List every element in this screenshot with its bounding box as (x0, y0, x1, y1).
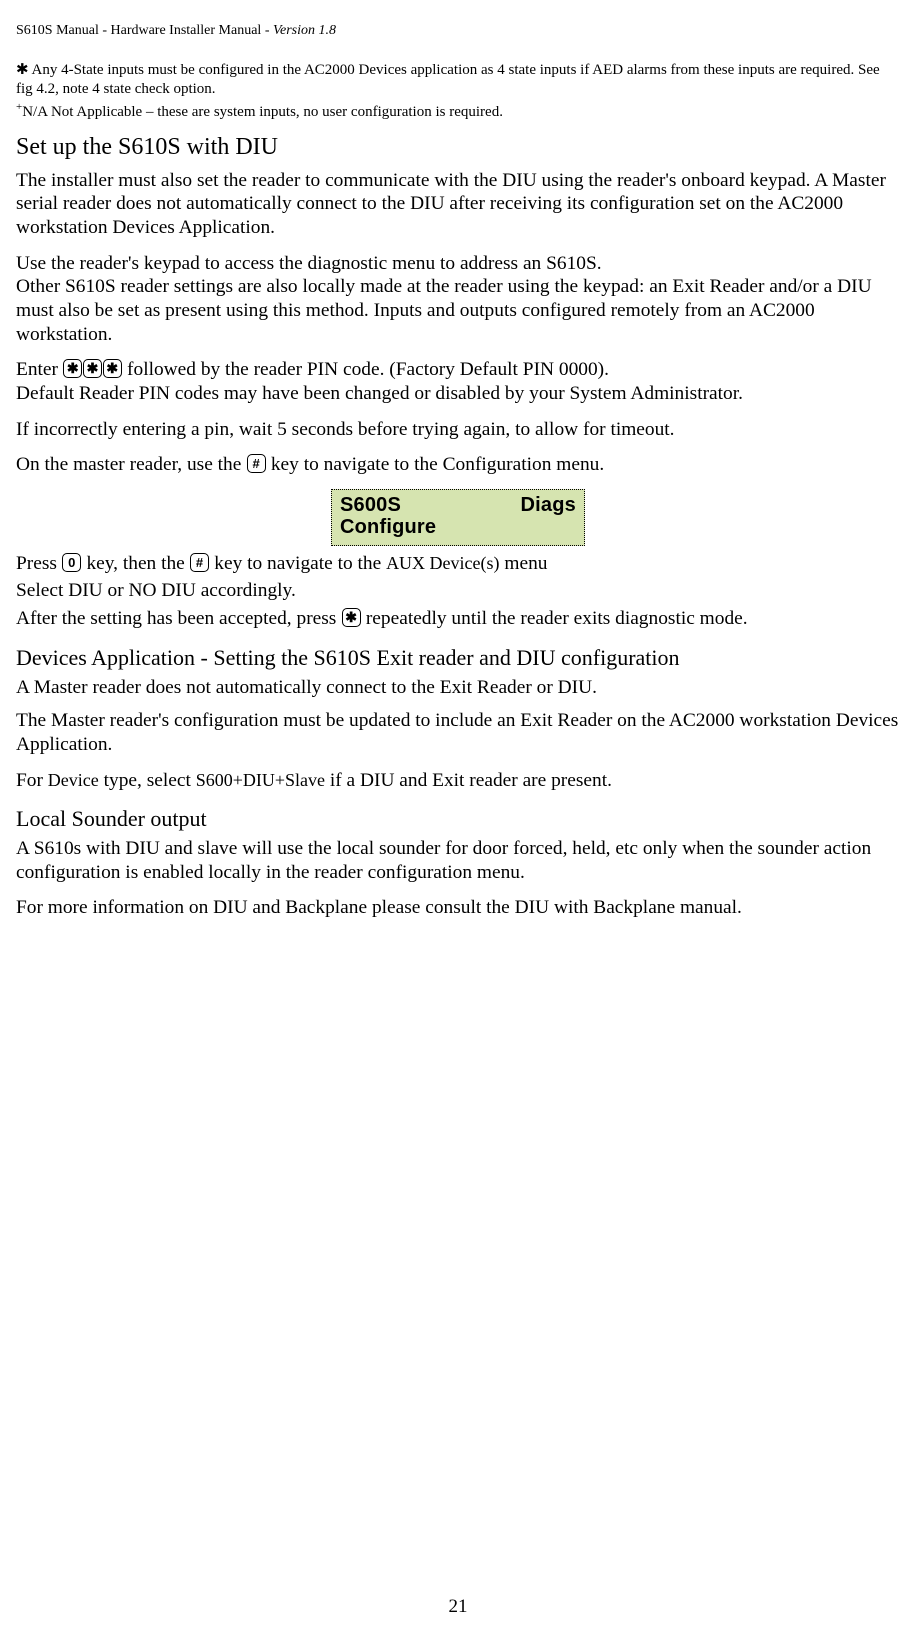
star-key-icon: ✱ (63, 359, 82, 378)
page: S610S Manual - Hardware Installer Manual… (0, 0, 916, 1644)
footnote-plus: +N/A Not Applicable – these are system i… (16, 101, 900, 122)
lcd-l1-left: S600S (340, 494, 401, 516)
section-devices-title: Devices Application - Setting the S610S … (16, 645, 900, 672)
hash-key-icon: # (190, 553, 209, 572)
lcd-display: S600S Diags Configure (331, 489, 585, 546)
setup-paragraph-1: The installer must also set the reader t… (16, 169, 900, 240)
setup-select-diu: Select DIU or NO DIU accordingly. (16, 579, 900, 603)
star-key-icon: ✱ (103, 359, 122, 378)
footnote-asterisk: ✱ Any 4-State inputs must be configured … (16, 61, 900, 99)
star-key-icon: ✱ (83, 359, 102, 378)
setup-paragraph-6: Press 0 key, then the # key to navigate … (16, 552, 900, 576)
footnote-asterisk-text: Any 4-State inputs must be configured in… (16, 62, 880, 97)
devices-paragraph-2: The Master reader's configuration must b… (16, 709, 900, 756)
setup-default-pin-note: Default Reader PIN codes may have been c… (16, 383, 743, 404)
devices-paragraph-3: For Device type, select S600+DIU+Slave i… (16, 769, 900, 793)
setup-paragraph-8: After the setting has been accepted, pre… (16, 607, 900, 631)
section-sounder-title: Local Sounder output (16, 806, 900, 833)
manual-title: S610S Manual - Hardware Installer Manual… (16, 23, 336, 38)
devices-p3e: if a DIU and Exit reader are present. (325, 770, 612, 791)
setup-paragraph-2a: Use the reader's keypad to access the di… (16, 253, 602, 274)
setup-paragraph-2b: Other S610S reader settings are also loc… (16, 276, 872, 344)
device-type-value: S600+DIU+Slave (196, 770, 325, 790)
devices-paragraph-1: A Master reader does not automatically c… (16, 676, 900, 700)
setup-paragraph-3: Enter ✱✱✱ followed by the reader PIN cod… (16, 358, 900, 405)
lcd-display-wrapper: S600S Diags Configure (16, 489, 900, 546)
setup-paragraph-4: If incorrectly entering a pin, wait 5 se… (16, 418, 900, 442)
devices-p3c: type, select (99, 770, 196, 791)
zero-key-icon: 0 (62, 553, 81, 572)
setup-paragraph-2: Use the reader's keypad to access the di… (16, 252, 900, 347)
setup-accepted-a: After the setting has been accepted, pre… (16, 608, 341, 629)
hash-key-icon: # (247, 454, 266, 473)
lcd-row-2: Configure (340, 516, 576, 538)
asterisk-symbol: ✱ (16, 62, 29, 78)
star-key-icon: ✱ (342, 608, 361, 627)
setup-press-c: key to navigate to the (214, 553, 386, 574)
page-number: 21 (0, 1595, 916, 1618)
sounder-paragraph-2: For more information on DIU and Backplan… (16, 896, 900, 920)
setup-press-a: Press (16, 553, 62, 574)
setup-accepted-b: repeatedly until the reader exits diagno… (366, 608, 748, 629)
document-header: S610S Manual - Hardware Installer Manual… (16, 22, 900, 39)
setup-master-reader-b: key to navigate to the Configuration men… (271, 454, 604, 475)
setup-enter-label: Enter (16, 359, 63, 380)
setup-pin-text: followed by the reader PIN code. (Factor… (127, 359, 609, 380)
setup-paragraph-5: On the master reader, use the # key to n… (16, 453, 900, 477)
lcd-row-1: S600S Diags (340, 494, 576, 516)
section-setup-title: Set up the S610S with DIU (16, 133, 900, 162)
setup-press-e: menu (500, 553, 548, 574)
lcd-l1-right: Diags (521, 494, 576, 516)
devices-p3a: For (16, 770, 48, 791)
footnote-plus-text: N/A Not Applicable – these are system in… (22, 104, 503, 120)
sounder-paragraph-1: A S610s with DIU and slave will use the … (16, 837, 900, 884)
aux-devices-label: AUX Device(s) (386, 553, 499, 573)
device-type-label: Device (48, 770, 99, 790)
setup-master-reader-a: On the master reader, use the (16, 454, 246, 475)
setup-press-b: key, then the (86, 553, 189, 574)
